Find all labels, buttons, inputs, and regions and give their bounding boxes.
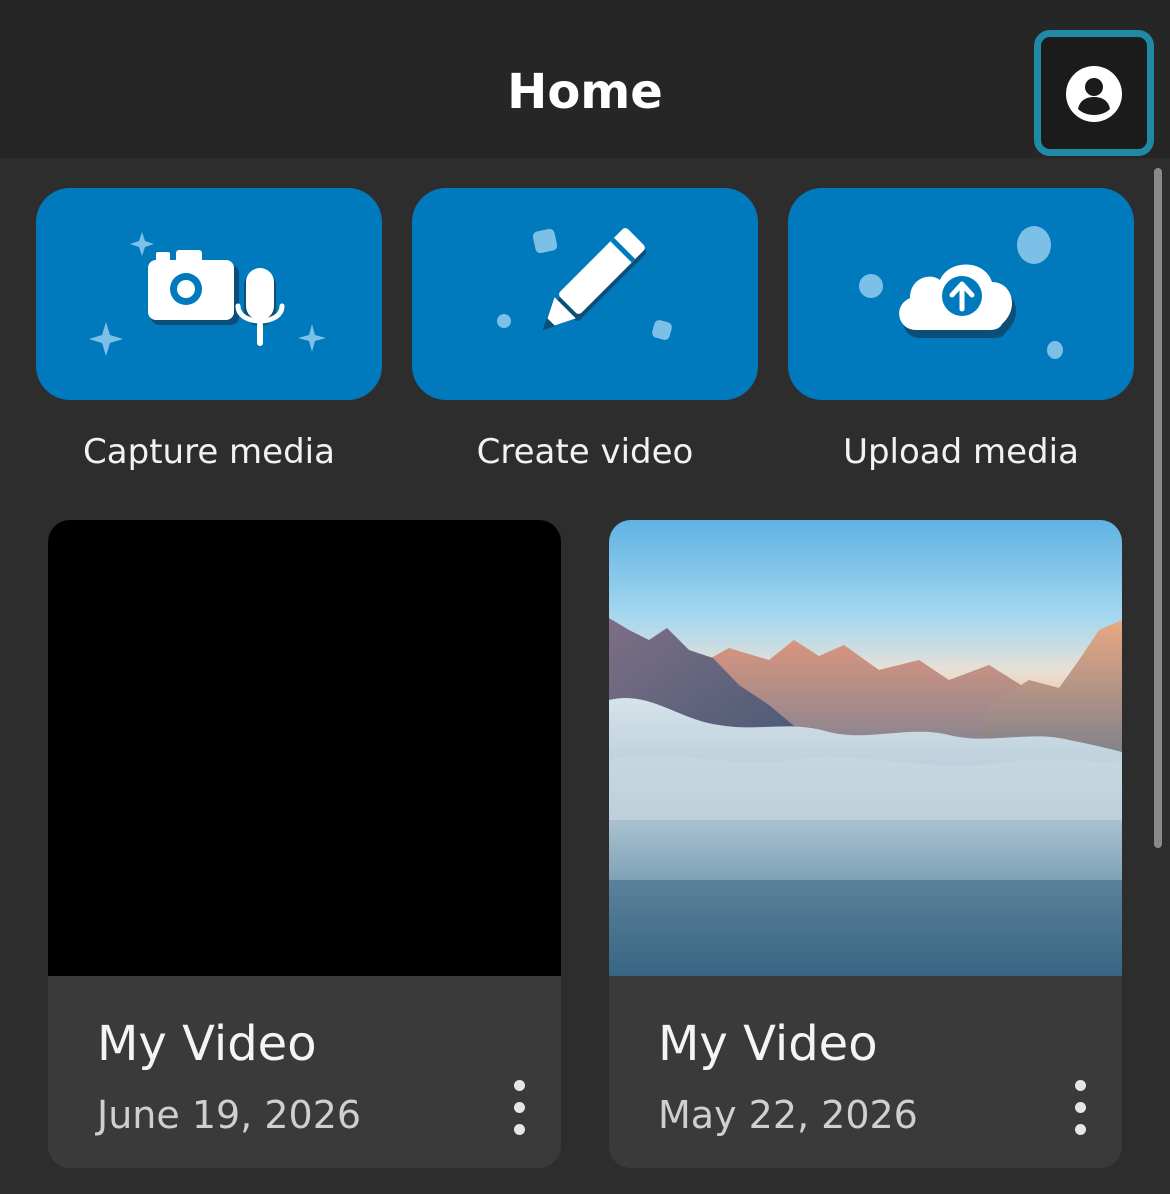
upload-media-tile[interactable] bbox=[788, 188, 1134, 400]
video-title: My Video bbox=[97, 1016, 317, 1072]
more-vertical-icon bbox=[514, 1080, 525, 1091]
capture-media-tile[interactable] bbox=[36, 188, 382, 400]
more-options-button[interactable] bbox=[500, 1080, 540, 1150]
video-date: June 19, 2026 bbox=[97, 1093, 362, 1137]
create-video-label: Create video bbox=[476, 432, 694, 472]
scrollbar[interactable] bbox=[1154, 168, 1162, 848]
upload-media-action[interactable]: Upload media bbox=[788, 188, 1134, 474]
page-title: Home bbox=[507, 64, 663, 120]
more-options-button[interactable] bbox=[1061, 1080, 1101, 1150]
video-card-info[interactable]: My Video May 22, 2026 bbox=[609, 976, 1122, 1168]
video-date: May 22, 2026 bbox=[658, 1093, 918, 1137]
video-thumbnail[interactable] bbox=[48, 520, 561, 976]
create-video-action[interactable]: Create video bbox=[412, 188, 758, 474]
more-vertical-icon bbox=[1075, 1080, 1086, 1091]
capture-media-label: Capture media bbox=[83, 432, 335, 472]
video-title: My Video bbox=[658, 1016, 878, 1072]
video-card[interactable]: My Video June 19, 2026 bbox=[48, 520, 561, 1168]
create-video-tile[interactable] bbox=[412, 188, 758, 400]
cloud-upload-icon bbox=[859, 226, 1063, 359]
video-thumbnail[interactable] bbox=[609, 520, 1122, 976]
pencil-icon bbox=[497, 228, 672, 340]
account-circle-icon bbox=[1066, 66, 1122, 122]
account-button[interactable] bbox=[1034, 30, 1154, 156]
capture-media-action[interactable]: Capture media bbox=[36, 188, 382, 474]
upload-media-label: Upload media bbox=[843, 432, 1079, 472]
app-header: Home bbox=[0, 0, 1170, 158]
mountain-clouds-image bbox=[609, 520, 1122, 976]
video-card[interactable]: My Video May 22, 2026 bbox=[609, 520, 1122, 1168]
camera-microphone-icon bbox=[89, 232, 326, 356]
video-card-info[interactable]: My Video June 19, 2026 bbox=[48, 976, 561, 1168]
